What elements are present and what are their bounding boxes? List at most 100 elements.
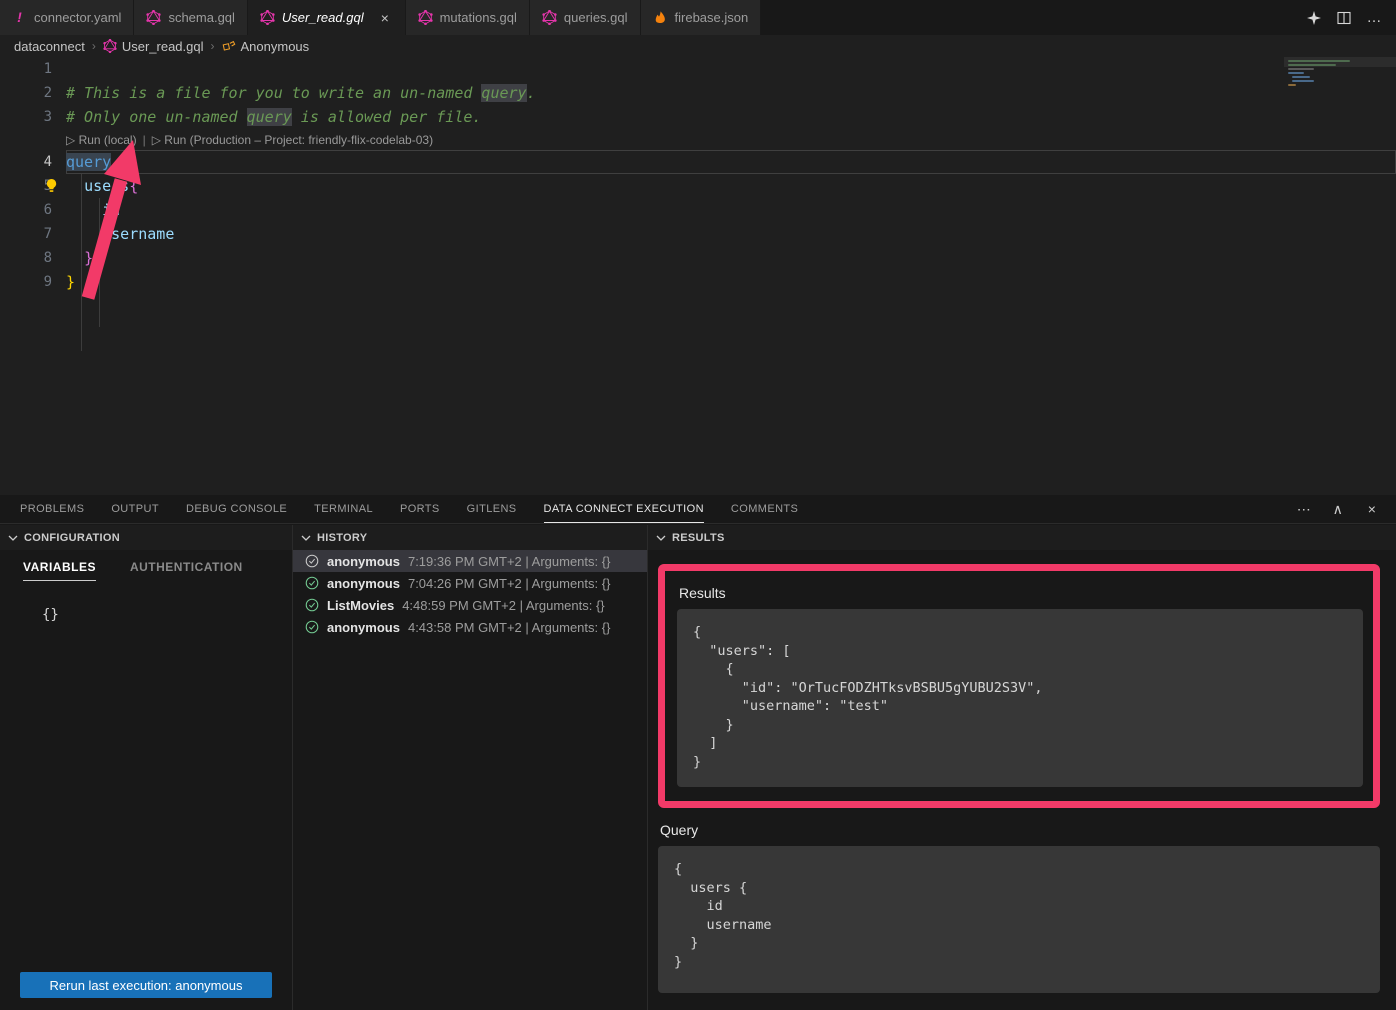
rerun-button[interactable]: Rerun last execution: anonymous bbox=[20, 972, 272, 998]
breadcrumb-item-User_read.gql[interactable]: User_read.gql bbox=[103, 39, 204, 54]
panel-tab-gitlens[interactable]: GITLENS bbox=[467, 495, 517, 523]
tab-label: mutations.gql bbox=[440, 10, 517, 25]
minimap[interactable] bbox=[1284, 57, 1396, 495]
line-number: 9 bbox=[0, 270, 66, 294]
tab-queries.gql[interactable]: queries.gql bbox=[530, 0, 641, 35]
config-tab-authentication[interactable]: AUTHENTICATION bbox=[130, 560, 243, 581]
tab-label: firebase.json bbox=[675, 10, 749, 25]
code-content[interactable]: } bbox=[66, 270, 1396, 294]
code-content[interactable]: query { bbox=[66, 150, 1396, 174]
lightbulb-icon[interactable] bbox=[44, 178, 59, 193]
panel-tab-debug-console[interactable]: DEBUG CONSOLE bbox=[186, 495, 287, 523]
run-local-link[interactable]: ▷ Run (local) bbox=[66, 133, 137, 147]
tab-connector.yaml[interactable]: ! connector.yaml bbox=[0, 0, 134, 35]
panel-tab-terminal[interactable]: TERMINAL bbox=[314, 495, 373, 523]
more-icon: ⋯ bbox=[1297, 501, 1311, 517]
tab-label: User_read.gql bbox=[282, 10, 364, 25]
code-line-5: 5 users{ bbox=[0, 174, 1396, 198]
run-production-link[interactable]: ▷ Run (Production – Project: friendly-fl… bbox=[152, 133, 433, 147]
code-content[interactable]: username bbox=[66, 222, 1396, 246]
results-label: Results bbox=[679, 585, 1363, 601]
line-number: 1 bbox=[0, 57, 66, 81]
history-entry[interactable]: anonymous7:19:36 PM GMT+2 | Arguments: {… bbox=[293, 550, 647, 572]
results-section-header[interactable]: RESULTS bbox=[648, 525, 1396, 550]
history-entry-detail: 7:04:26 PM GMT+2 | Arguments: {} bbox=[408, 576, 610, 591]
panel-tab-problems[interactable]: PROBLEMS bbox=[20, 495, 84, 523]
code-content[interactable]: # Only one un-named query is allowed per… bbox=[66, 105, 1396, 129]
check-circle-icon bbox=[305, 576, 319, 590]
code-line-2: 2# This is a file for you to write an un… bbox=[0, 81, 1396, 105]
code-line-8: 8 } bbox=[0, 246, 1396, 270]
history-entry-detail: 7:19:36 PM GMT+2 | Arguments: {} bbox=[408, 554, 610, 569]
annotation-highlight-box: Results { "users": [ { "id": "OrTucFODZH… bbox=[658, 564, 1380, 808]
tab-firebase.json[interactable]: firebase.json bbox=[641, 0, 762, 35]
tab-label: connector.yaml bbox=[34, 10, 121, 25]
sparkle-button[interactable] bbox=[1306, 10, 1322, 26]
history-entry-name: ListMovies bbox=[327, 598, 394, 613]
code-content[interactable]: } bbox=[66, 246, 1396, 270]
breadcrumb-item-Anonymous[interactable]: Anonymous bbox=[222, 39, 310, 54]
codelens-row: ▷ Run (local) | ▷ Run (Production – Projec… bbox=[0, 129, 1396, 150]
close-icon: × bbox=[1368, 501, 1377, 517]
panel-tab-ports[interactable]: PORTS bbox=[400, 495, 440, 523]
line-number: 4 bbox=[0, 150, 66, 174]
codelens-separator: | bbox=[143, 133, 146, 147]
code-line-9: 9} bbox=[0, 270, 1396, 294]
query-code: { users { id username } } bbox=[658, 846, 1380, 993]
yaml-icon: ! bbox=[12, 10, 27, 25]
editor-tab-bar: ! connector.yaml schema.gql User_read.gql… bbox=[0, 0, 1396, 35]
close-button[interactable]: × bbox=[1364, 501, 1380, 518]
tab-mutations.gql[interactable]: mutations.gql bbox=[406, 0, 530, 35]
graphql-icon bbox=[418, 10, 433, 25]
graphql-icon bbox=[260, 10, 275, 25]
tab-User_read.gql[interactable]: User_read.gql × bbox=[248, 0, 406, 35]
history-entry-detail: 4:48:59 PM GMT+2 | Arguments: {} bbox=[402, 598, 604, 613]
panel-tab-data-connect-execution[interactable]: DATA CONNECT EXECUTION bbox=[544, 495, 704, 523]
breadcrumb-item-dataconnect[interactable]: dataconnect bbox=[14, 39, 85, 54]
indent-guide bbox=[99, 198, 100, 327]
history-entry[interactable]: anonymous 7:04:26 PM GMT+2 | Arguments: {… bbox=[293, 572, 647, 594]
more-icon: … bbox=[1367, 9, 1382, 26]
breadcrumb-separator: › bbox=[211, 39, 215, 53]
code-line-7: 7 username bbox=[0, 222, 1396, 246]
code-content[interactable]: users{ bbox=[66, 174, 1396, 198]
variables-value[interactable]: {} bbox=[42, 607, 292, 623]
configuration-section-header[interactable]: CONFIGURATION bbox=[0, 525, 292, 550]
more-button[interactable]: ⋯ bbox=[1296, 501, 1312, 518]
history-entry[interactable]: anonymous4:43:58 PM GMT+2 | Arguments: {… bbox=[293, 616, 647, 638]
line-number: 3 bbox=[0, 105, 66, 129]
code-content[interactable]: ▷ Run (local) | ▷ Run (Production – Projec… bbox=[66, 129, 1396, 150]
results-content[interactable]: Results { "users": [ { "id": "OrTucFODZH… bbox=[648, 550, 1396, 1010]
panel-tab-comments[interactable]: COMMENTS bbox=[731, 495, 798, 523]
history-entry-name: anonymous bbox=[327, 576, 400, 591]
code-content[interactable]: id bbox=[66, 198, 1396, 222]
line-number: 8 bbox=[0, 246, 66, 270]
more-button[interactable]: … bbox=[1366, 10, 1382, 26]
code-editor[interactable]: 12# This is a file for you to write an u… bbox=[0, 57, 1396, 495]
history-entry[interactable]: ListMovies 4:48:59 PM GMT+2 | Arguments: … bbox=[293, 594, 647, 616]
configuration-tabs: VARIABLES AUTHENTICATION bbox=[0, 550, 292, 581]
line-number: 7 bbox=[0, 222, 66, 246]
graphql-icon bbox=[542, 10, 557, 25]
query-label: Query bbox=[660, 822, 1380, 838]
check-circle-selected-icon bbox=[305, 554, 319, 568]
close-tab-icon[interactable]: × bbox=[377, 10, 393, 26]
check-circle-icon bbox=[305, 620, 319, 634]
breadcrumb: dataconnect› User_read.gql› Anonymous bbox=[0, 35, 1396, 57]
chevron-down-icon bbox=[656, 533, 666, 543]
history-section-header[interactable]: HISTORY bbox=[293, 525, 647, 550]
code-content[interactable] bbox=[66, 57, 1396, 81]
split-editor-button[interactable] bbox=[1336, 10, 1352, 26]
indent-guide bbox=[81, 174, 82, 351]
panel-tab-output[interactable]: OUTPUT bbox=[111, 495, 159, 523]
panel-tab-bar: PROBLEMS OUTPUT DEBUG CONSOLE TERMINAL PORTS… bbox=[0, 495, 1396, 524]
chevron-up-button[interactable]: ∧ bbox=[1330, 501, 1346, 518]
tab-schema.gql[interactable]: schema.gql bbox=[134, 0, 247, 35]
sparkle-icon bbox=[1306, 10, 1322, 26]
code-line-6: 6 id bbox=[0, 198, 1396, 222]
breadcrumb-label: dataconnect bbox=[14, 39, 85, 54]
config-tab-variables[interactable]: VARIABLES bbox=[23, 560, 96, 581]
tab-label: schema.gql bbox=[168, 10, 234, 25]
chevron-down-icon bbox=[301, 533, 311, 543]
code-content[interactable]: # This is a file for you to write an un-… bbox=[66, 81, 1396, 105]
